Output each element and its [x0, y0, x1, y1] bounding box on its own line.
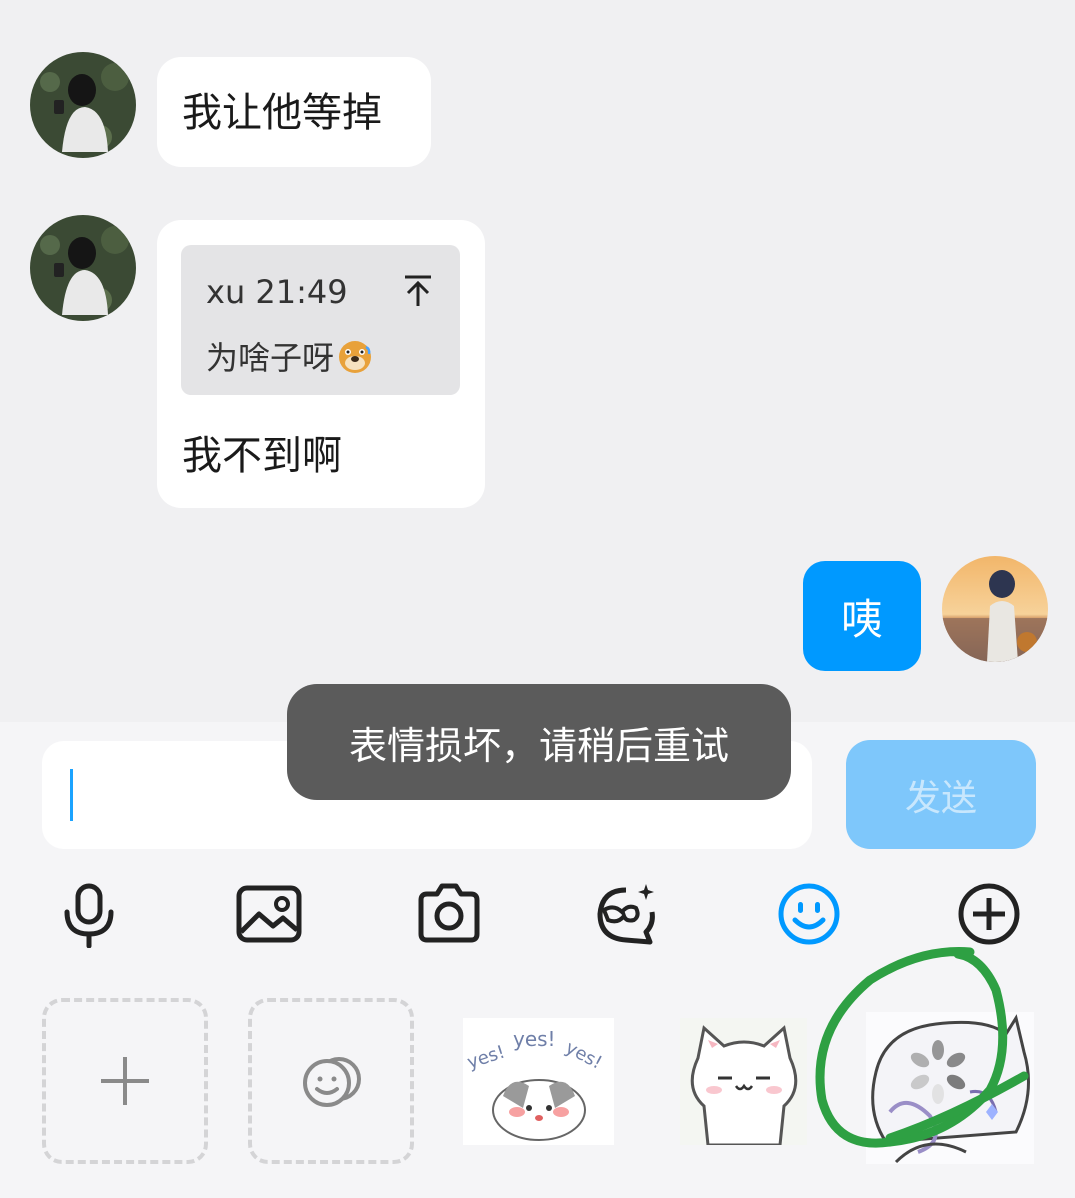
text-cursor	[70, 769, 73, 821]
quoted-message[interactable]: xu 21:49 为啥子呀	[181, 245, 460, 395]
svg-text:yes!: yes!	[513, 1027, 556, 1051]
sticker-stack-icon	[303, 1057, 361, 1107]
error-toast: 表情损坏，请稍后重试	[287, 684, 791, 800]
self-message-bubble[interactable]: 咦	[803, 561, 921, 671]
microphone-icon[interactable]	[55, 880, 123, 948]
add-icon	[101, 1057, 149, 1105]
message-text: 咦	[840, 594, 883, 644]
white-cat-sticker[interactable]	[680, 1018, 807, 1145]
image-icon[interactable]	[235, 880, 303, 948]
emoji-icon[interactable]	[775, 880, 843, 948]
message-bubble[interactable]: xu 21:49 为啥子呀 我不到啊	[157, 220, 485, 508]
send-button-label: 发送	[904, 777, 977, 819]
dog-emoji-icon	[336, 337, 374, 375]
manage-stickers-button[interactable]	[248, 998, 414, 1164]
self-avatar[interactable]	[942, 556, 1048, 662]
message-bubble[interactable]: 我让他等掉	[157, 57, 431, 167]
chat-area[interactable]: 我让他等掉 xu 21:49 为啥子呀 我不到啊 咦	[0, 0, 1075, 722]
contact-avatar[interactable]	[30, 52, 136, 158]
anime-girl-sticker[interactable]	[866, 1012, 1034, 1164]
contact-avatar[interactable]	[30, 215, 136, 321]
ai-mask-icon[interactable]	[592, 880, 660, 948]
jump-to-quote-icon[interactable]	[401, 273, 435, 313]
message-text: 我让他等掉	[182, 90, 382, 136]
toast-text: 表情损坏，请稍后重试	[348, 723, 729, 768]
add-sticker-button[interactable]	[42, 998, 208, 1164]
quote-text-row: 为啥子呀	[206, 333, 374, 379]
quote-author-time: xu 21:49	[206, 273, 348, 311]
plus-icon[interactable]	[955, 880, 1023, 948]
send-button[interactable]: 发送	[846, 740, 1036, 849]
message-text: 我不到啊	[182, 433, 342, 479]
camera-icon[interactable]	[415, 880, 483, 948]
cat-yes-sticker[interactable]: yes! yes! yes!	[463, 1018, 614, 1145]
quote-text: 为啥子呀	[206, 339, 335, 377]
